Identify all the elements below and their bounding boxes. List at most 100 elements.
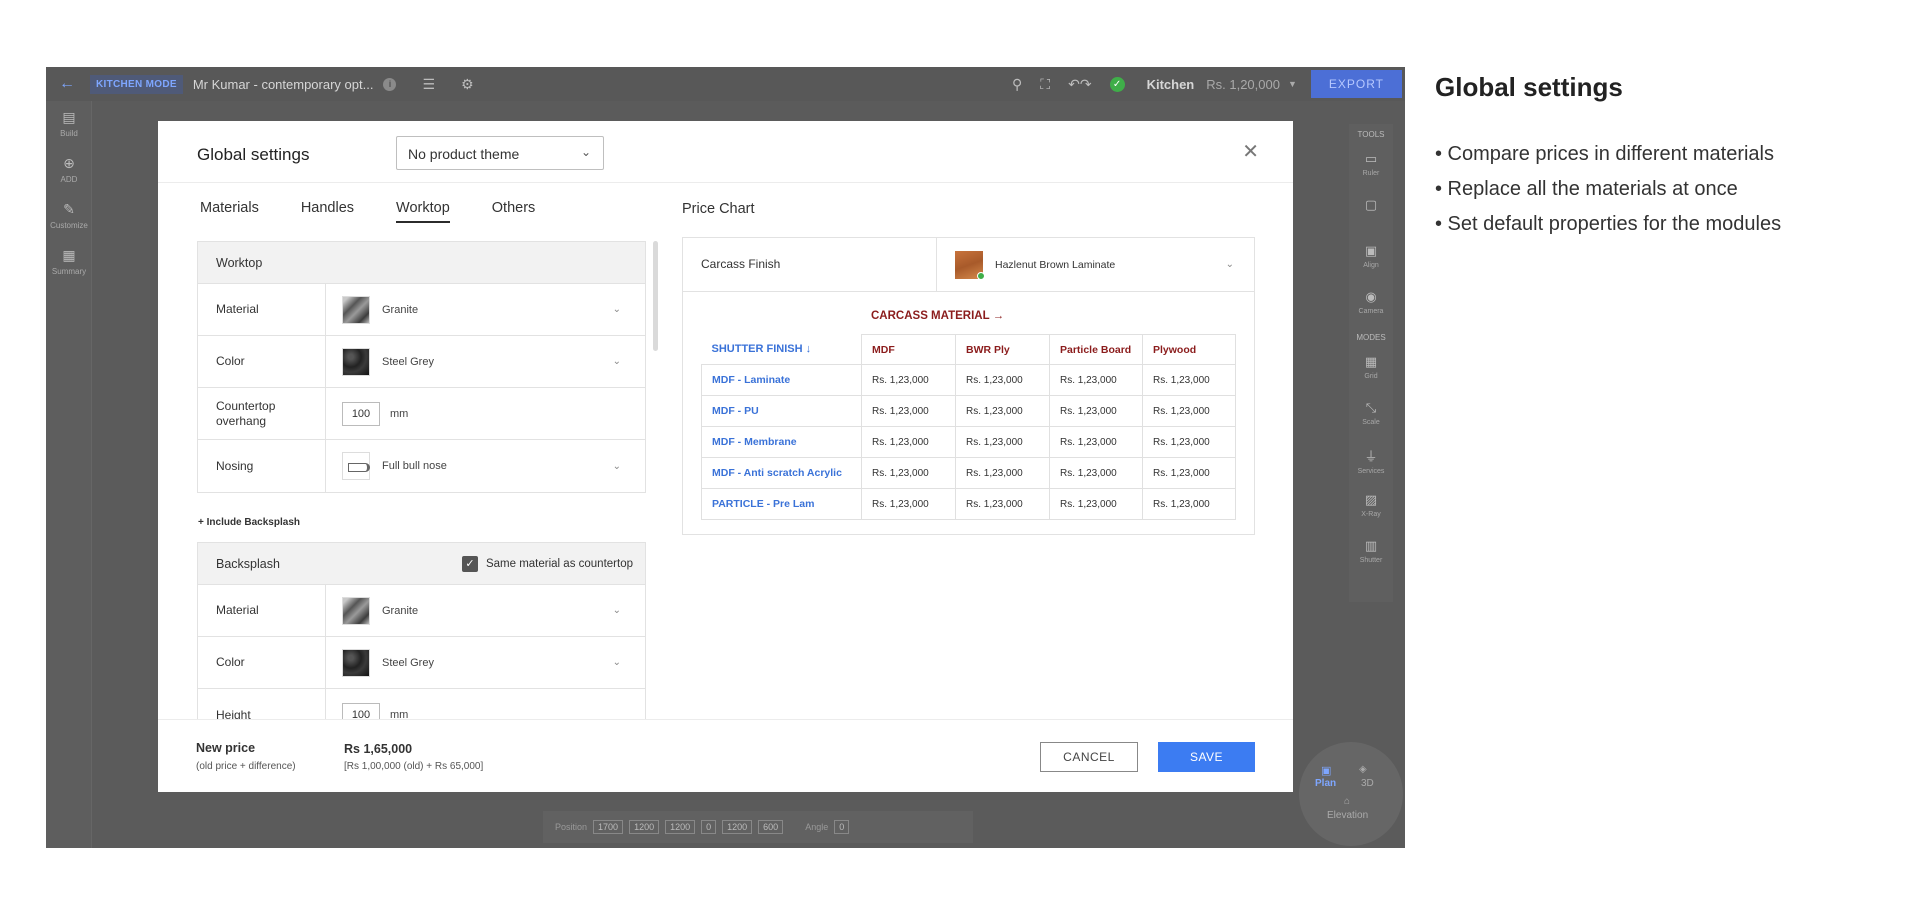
modal-header: Global settings No product theme ⌄ ✕ [158, 121, 1293, 183]
3d-view-button[interactable]: 3D [1361, 778, 1374, 789]
export-button[interactable]: EXPORT [1310, 70, 1402, 98]
customize-tool[interactable]: ✎ Customize [46, 193, 92, 239]
ruler-tool[interactable]: ▭ Ruler [1349, 143, 1393, 189]
modes-header: MODES [1356, 333, 1386, 342]
worktop-material-row: Material Granite ⌄ [198, 284, 645, 336]
right-toolbar: TOOLS ▭ Ruler ▢ ▣ Align ◉ Camera MODES ▦ Gri… [1349, 124, 1393, 602]
column-header: MDF [861, 334, 956, 365]
gear-icon[interactable]: ⚙ [461, 76, 474, 93]
services-mode[interactable]: ⏚ Services [1349, 438, 1393, 484]
kitchen-mode-dropdown[interactable]: KITCHEN MODE [90, 74, 183, 94]
build-tool[interactable]: ▤ Build [46, 101, 92, 147]
scale-icon: ⤡ [1365, 400, 1377, 415]
backsplash-material-dropdown[interactable]: Granite ⌄ [326, 585, 645, 636]
summary-icon: ▦ [62, 247, 76, 263]
table-row: MDF - Membrane Rs. 1,23,000 Rs. 1,23,000… [701, 426, 1236, 458]
price-cell: Rs. 1,23,000 [1049, 364, 1143, 396]
position-y-input[interactable]: 1200 [629, 820, 660, 834]
carcass-finish-row: Carcass Finish Hazlenut Brown Laminate ⌄ [683, 238, 1254, 292]
tab-handles[interactable]: Handles [301, 200, 354, 223]
back-arrow-icon[interactable]: ← [46, 75, 88, 93]
align-tool[interactable]: ▣ Align [1349, 235, 1393, 281]
table-row: MDF - Laminate Rs. 1,23,000 Rs. 1,23,000… [701, 364, 1236, 396]
shutter-mode[interactable]: ▥ Shutter [1349, 530, 1393, 576]
height-field: 100 mm [326, 689, 645, 719]
row-label[interactable]: MDF - Anti scratch Acrylic [701, 457, 862, 489]
chevron-down-icon: ⌄ [1225, 259, 1234, 270]
camera-tool[interactable]: ◉ Camera [1349, 281, 1393, 327]
grid-mode[interactable]: ▦ Grid [1349, 346, 1393, 392]
menu-icon[interactable]: ☰ [422, 76, 435, 93]
worktop-material-dropdown[interactable]: Granite ⌄ [326, 284, 645, 335]
include-backsplash-link[interactable]: + Include Backsplash [198, 517, 651, 528]
group-icon: ▢ [1364, 197, 1378, 212]
price-cell: Rs. 1,23,000 [1142, 488, 1236, 520]
plug-icon: ⏚ [1364, 449, 1378, 464]
new-price-detail: [Rs 1,00,000 (old) + Rs 65,000] [344, 761, 484, 772]
chevron-down-icon[interactable]: ▼ [1288, 79, 1297, 89]
scale-mode[interactable]: ⤡ Scale [1349, 392, 1393, 438]
arrow-right-icon: → [992, 310, 1005, 322]
row-label[interactable]: MDF - PU [701, 395, 862, 427]
position-x-input[interactable]: 1700 [593, 820, 624, 834]
price-cell: Rs. 1,23,000 [1142, 426, 1236, 458]
row-label[interactable]: MDF - Laminate [701, 364, 862, 396]
nosing-row: Nosing Full bull nose ⌄ [198, 440, 645, 492]
size-z-input[interactable]: 600 [758, 820, 784, 834]
row-label[interactable]: MDF - Membrane [701, 426, 862, 458]
selected-dot-icon [977, 272, 985, 280]
undo-redo-icon[interactable]: ↶↷ [1068, 76, 1091, 93]
home-icon: ⌂ [1344, 796, 1351, 807]
shutter-icon: ▥ [1364, 538, 1378, 553]
size-d-input[interactable]: 1200 [722, 820, 753, 834]
elevation-view-button[interactable]: Elevation [1327, 810, 1368, 821]
size-w-input[interactable]: 1200 [665, 820, 696, 834]
camera-icon: ◉ [1365, 289, 1377, 304]
add-label: ADD [60, 175, 78, 184]
same-material-checkbox[interactable]: ✓ Same material as countertop [461, 556, 633, 572]
customize-label: Customize [50, 221, 88, 230]
table-row: MDF - PU Rs. 1,23,000 Rs. 1,23,000 Rs. 1… [701, 395, 1236, 427]
search-icon[interactable]: ⚲ [1012, 76, 1022, 93]
panel-scrollbar[interactable] [653, 241, 658, 351]
worktop-color-dropdown[interactable]: Steel Grey ⌄ [326, 336, 645, 387]
tab-materials[interactable]: Materials [200, 200, 259, 223]
overhang-input[interactable]: 100 [342, 401, 380, 426]
close-icon[interactable]: ✕ [1242, 139, 1259, 164]
product-theme-dropdown[interactable]: No product theme ⌄ [396, 136, 604, 170]
carcass-finish-value: Hazlenut Brown Laminate [995, 258, 1116, 271]
fullscreen-icon[interactable]: ⛶ [1040, 76, 1050, 93]
xray-mode[interactable]: ▨ X-Ray [1349, 484, 1393, 530]
left-toolbar: ▤ Build ⊕ ADD ✎ Customize ▦ Summary [46, 101, 92, 848]
price-chart-title: Price Chart [682, 201, 755, 217]
save-button[interactable]: SAVE [1158, 742, 1255, 772]
backsplash-color-dropdown[interactable]: Steel Grey ⌄ [326, 637, 645, 688]
chevron-down-icon: ⌄ [612, 304, 621, 315]
height-input[interactable]: 100 [342, 703, 380, 719]
nosing-dropdown[interactable]: Full bull nose ⌄ [326, 440, 645, 492]
info-icon[interactable]: i [383, 77, 397, 91]
column-header: Particle Board [1049, 334, 1143, 365]
settings-tabs: Materials Handles Worktop Others [200, 200, 577, 223]
row-label[interactable]: PARTICLE - Pre Lam [701, 488, 862, 520]
project-name[interactable]: Mr Kumar - contemporary opt... [193, 77, 374, 92]
cancel-button[interactable]: CANCEL [1040, 742, 1138, 772]
arrow-down-icon: ↓ [805, 343, 812, 356]
overhang-unit: mm [390, 407, 409, 420]
worktop-color-row: Color Steel Grey ⌄ [198, 336, 645, 388]
xray-icon: ▨ [1364, 492, 1378, 507]
backsplash-section-header: Backsplash ✓ Same material as countertop [198, 543, 645, 585]
worktop-settings-panel[interactable]: Worktop Material Granite ⌄ Color Steel G… [197, 241, 651, 719]
column-header: Plywood [1142, 334, 1236, 365]
plan-view-button[interactable]: Plan [1315, 778, 1336, 789]
ruler-icon: ▭ [1364, 151, 1378, 166]
tab-worktop[interactable]: Worktop [396, 200, 450, 223]
shutter-finish-header: SHUTTER FINISH ↓ [701, 334, 862, 365]
size-h-input[interactable]: 0 [701, 820, 717, 834]
column-header: BWR Ply [955, 334, 1050, 365]
angle-input[interactable]: 0 [834, 820, 850, 834]
summary-tool[interactable]: ▦ Summary [46, 239, 92, 285]
tab-others[interactable]: Others [492, 200, 536, 223]
add-tool[interactable]: ⊕ ADD [46, 147, 92, 193]
carcass-finish-dropdown[interactable]: Hazlenut Brown Laminate ⌄ [937, 238, 1254, 291]
